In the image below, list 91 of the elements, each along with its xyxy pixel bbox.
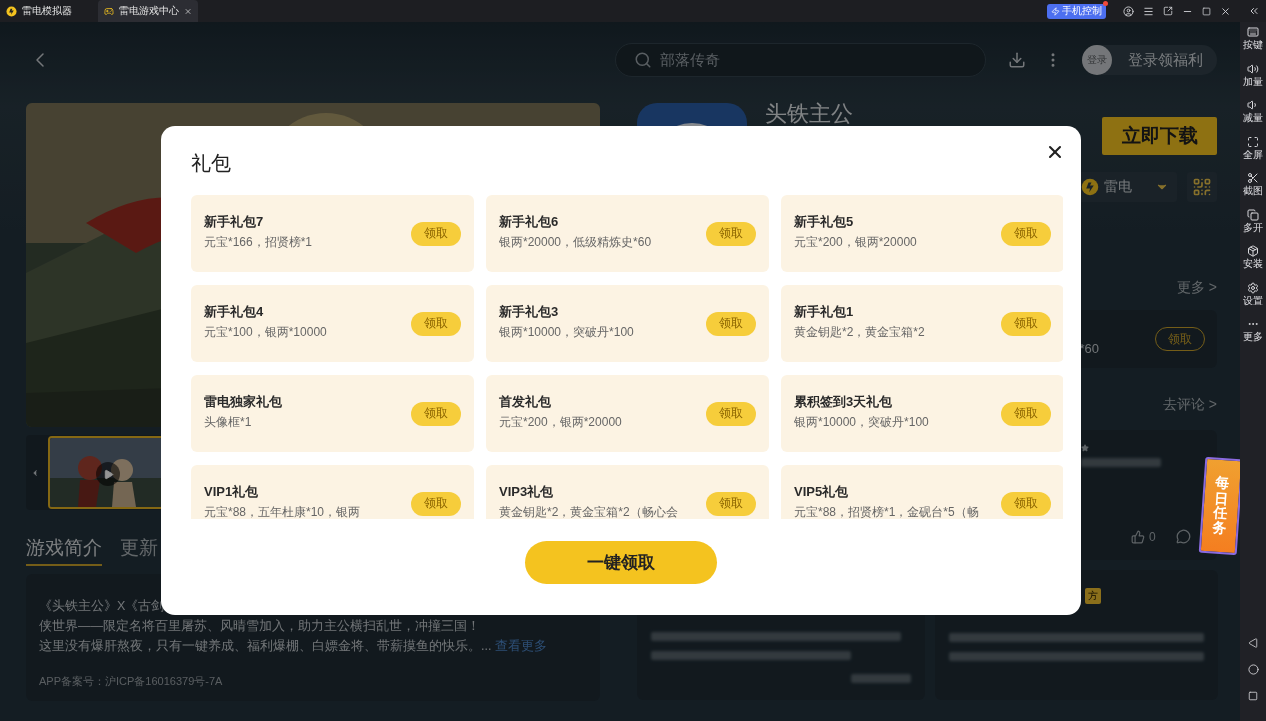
claim-button[interactable]: 领取: [706, 491, 756, 516]
keyboard-icon: [1247, 26, 1259, 38]
claim-button[interactable]: 领取: [1001, 311, 1051, 336]
claim-button[interactable]: 领取: [1001, 401, 1051, 426]
gamepad-icon: [104, 5, 114, 17]
sidebar-item[interactable]: 设置: [1243, 281, 1263, 318]
qr-code-button[interactable]: [1187, 172, 1217, 202]
gift-name: 新手礼包3: [499, 302, 560, 321]
gift-name: 累积签到3天礼包: [794, 392, 894, 411]
gift-description: 黄金钥匙*2，黄金宝箱*2（畅心会: [499, 503, 678, 519]
sidebar-item[interactable]: 全屏: [1243, 135, 1263, 172]
gift-name: VIP1礼包: [204, 482, 260, 501]
recents-icon[interactable]: [1248, 691, 1258, 701]
star-icon: [1081, 444, 1089, 452]
fullscreen-icon: [1247, 135, 1259, 148]
search-field[interactable]: 部落传奇: [615, 43, 986, 77]
sidebar-item[interactable]: 按键: [1243, 26, 1263, 63]
windows-icon: [1247, 208, 1259, 221]
scissors-icon: [1247, 172, 1259, 184]
more-link[interactable]: 更多 >: [1176, 279, 1217, 299]
game-title: 头铁主公: [765, 103, 853, 125]
like-button[interactable]: 0: [1131, 529, 1156, 544]
sidebar-item[interactable]: 减量: [1243, 99, 1263, 136]
window-tab[interactable]: 雷电模拟器: [0, 0, 98, 22]
gift-name: 新手礼包6: [499, 212, 560, 231]
comment-icon[interactable]: [1175, 529, 1191, 544]
claim-button[interactable]: 领取: [411, 491, 461, 516]
user-icon[interactable]: [1123, 5, 1134, 17]
settings-icon: [1247, 281, 1259, 294]
lightning-icon: [1051, 6, 1060, 16]
popout-icon[interactable]: [1163, 6, 1173, 16]
gift-name: 新手礼包4: [204, 302, 265, 321]
gift-description: 元宝*100，银两*10000: [204, 323, 327, 341]
gift-description: 元宝*88，招贤榜*1，金砚台*5（畅: [794, 503, 979, 519]
gift-name: 新手礼包7: [204, 212, 265, 231]
gift-description: 银两*10000，突破丹*100: [794, 413, 929, 431]
package-icon: [1247, 245, 1259, 257]
claim-button[interactable]: 领取: [411, 401, 461, 426]
claim-button[interactable]: 领取: [411, 311, 461, 336]
gift-description: 银两*10000，突破丹*100: [499, 323, 634, 341]
gift-description: 元宝*200，银两*20000: [499, 413, 622, 431]
download-button[interactable]: 立即下载: [1102, 117, 1217, 155]
blurred-text: [851, 674, 911, 683]
sidebar-item[interactable]: 加量: [1243, 62, 1263, 99]
claim-button[interactable]: 领取: [1001, 491, 1051, 516]
gift-description: 黄金钥匙*2，黄金宝箱*2: [794, 323, 925, 341]
gift-description: 元宝*166，招贤榜*1: [204, 233, 313, 251]
window-tab[interactable]: 雷电游戏中心: [98, 0, 198, 22]
search-icon: [634, 51, 652, 69]
tab[interactable]: 游戏简介: [26, 535, 102, 566]
claim-button[interactable]: 领取: [706, 221, 756, 246]
claim-all-button[interactable]: 一键领取: [525, 541, 717, 584]
gift-description: 元宝*88，五年杜康*10，银两: [204, 503, 361, 519]
sidebar-item[interactable]: 更多: [1243, 318, 1263, 355]
dialog-title: 礼包: [191, 151, 231, 176]
description-text: 侠世界——限定名将百里屠苏、风晴雪加入，助力主公横扫乱世，冲撞三国！: [39, 618, 481, 635]
reward-text: *60: [1079, 340, 1099, 356]
gift-name: VIP3礼包: [499, 482, 555, 501]
collapse-icon[interactable]: [1248, 5, 1260, 17]
volume-down-icon: [1247, 99, 1259, 111]
official-tag: 方: [1085, 588, 1101, 604]
tab[interactable]: 更新: [120, 535, 158, 566]
gift-name: 新手礼包1: [794, 302, 855, 321]
logo-icon: [1081, 178, 1099, 196]
volume-up-icon: [1247, 62, 1259, 75]
back-icon[interactable]: [1248, 638, 1258, 648]
sidebar-item[interactable]: 多开: [1243, 208, 1263, 245]
logo-icon: [6, 5, 17, 17]
previous-icon[interactable]: [30, 467, 40, 478]
menu-icon[interactable]: [1143, 5, 1154, 17]
maximize-icon[interactable]: [1202, 6, 1211, 16]
download-icon[interactable]: [1008, 51, 1026, 69]
gift-description: 银两*20000，低级精炼史*60: [499, 233, 652, 251]
sidebar-item[interactable]: 截图: [1243, 172, 1263, 209]
claim-button[interactable]: 领取: [411, 221, 461, 246]
home-icon[interactable]: [1247, 664, 1259, 675]
gift-description: 头像框*1: [204, 413, 253, 431]
gift-name: 首发礼包: [499, 392, 552, 411]
comment-link[interactable]: 去评论 >: [1162, 396, 1217, 416]
claim-button[interactable]: 领取: [706, 401, 756, 426]
claim-button[interactable]: 领取: [1001, 221, 1051, 246]
claim-button[interactable]: 领取: [706, 311, 756, 336]
close-icon[interactable]: [1220, 5, 1231, 17]
sidebar-item[interactable]: 安装: [1243, 245, 1263, 282]
qr-code-icon: [1192, 177, 1212, 197]
phone-control-button[interactable]: 手机控制: [1047, 3, 1106, 19]
gift-name: 新手礼包5: [794, 212, 855, 231]
gift-name: VIP5礼包: [794, 482, 850, 501]
gift-description: 元宝*200，银两*20000: [794, 233, 917, 251]
gift-name: 雷电独家礼包: [204, 392, 282, 411]
view-more-link[interactable]: 查看更多: [495, 639, 548, 653]
